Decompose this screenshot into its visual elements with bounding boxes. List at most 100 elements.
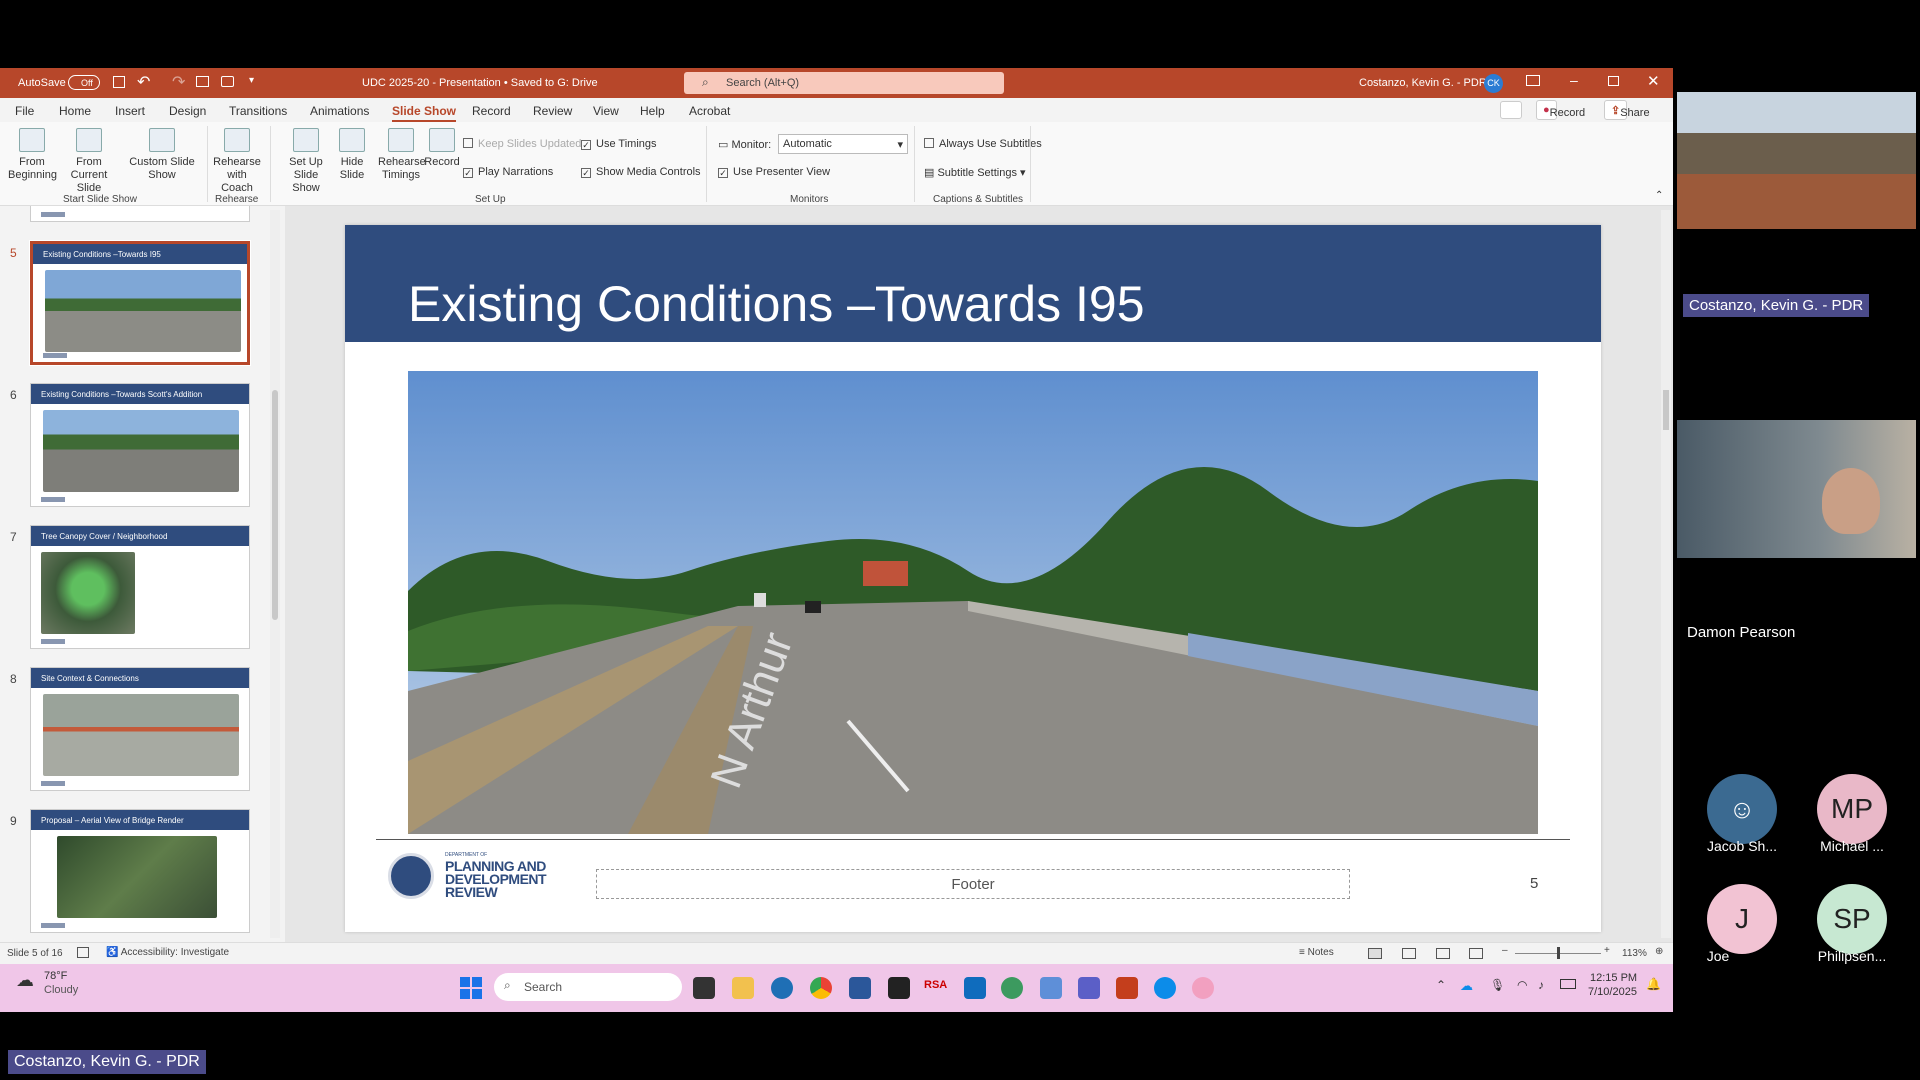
- rsa-icon[interactable]: RSA: [924, 979, 947, 991]
- share-button[interactable]: ⇪ Share: [1604, 100, 1650, 120]
- reading-view-icon[interactable]: [1436, 948, 1450, 959]
- zoom-slider-thumb[interactable]: [1557, 947, 1560, 959]
- tab-help[interactable]: Help: [640, 104, 665, 118]
- outlook-icon[interactable]: [964, 977, 986, 999]
- thumbnail-scrollbar[interactable]: [270, 210, 280, 938]
- redo-icon[interactable]: ↷: [172, 72, 185, 92]
- presenter-icon[interactable]: [1469, 948, 1483, 959]
- scrollbar-thumb[interactable]: [272, 390, 278, 620]
- save-icon[interactable]: [113, 76, 125, 88]
- spelling-icon[interactable]: [77, 947, 89, 958]
- participant-avatar-joe[interactable]: J: [1707, 884, 1777, 954]
- present-icon[interactable]: [196, 76, 209, 87]
- tab-transitions[interactable]: Transitions: [229, 104, 287, 118]
- tab-insert[interactable]: Insert: [115, 104, 145, 118]
- thumbnail-slide-5[interactable]: Existing Conditions –Towards I95: [29, 240, 251, 366]
- show-media-checkbox[interactable]: ✓ Show Media Controls: [581, 166, 701, 178]
- snipping-tool-icon[interactable]: [1040, 977, 1062, 999]
- edge-icon[interactable]: [1154, 977, 1176, 999]
- thumbnail-slide-8[interactable]: Site Context & Connections: [30, 667, 250, 791]
- slide-footer[interactable]: Footer: [596, 869, 1350, 899]
- tab-record[interactable]: Record: [472, 104, 511, 118]
- from-current-button[interactable]: From Current Slide: [59, 128, 119, 195]
- app-icon[interactable]: [771, 977, 793, 999]
- rehearse-coach-button[interactable]: Rehearse with Coach: [211, 128, 263, 195]
- accessibility-status[interactable]: ♿ Accessibility: Investigate: [106, 947, 229, 958]
- chrome-icon[interactable]: [810, 977, 832, 999]
- tab-home[interactable]: Home: [59, 104, 91, 118]
- speaker-icon[interactable]: ♪: [1538, 978, 1544, 992]
- record-button[interactable]: ● Record: [1536, 100, 1585, 120]
- play-narrations-checkbox[interactable]: ✓ Play Narrations: [463, 166, 553, 178]
- scrollbar-thumb[interactable]: [1663, 390, 1669, 430]
- participant-video-room[interactable]: [1677, 92, 1916, 229]
- zoom-in-icon[interactable]: +: [1604, 945, 1610, 956]
- participant-avatar-philipsen[interactable]: SP: [1817, 884, 1887, 954]
- onedrive-icon[interactable]: ☁: [1460, 978, 1473, 994]
- microphone-muted-icon[interactable]: 🎙: [1490, 978, 1505, 992]
- restore-icon[interactable]: [1608, 76, 1619, 86]
- search-input[interactable]: ⌕ Search (Alt+Q): [684, 72, 1004, 94]
- user-name[interactable]: Costanzo, Kevin G. - PDR: [1359, 77, 1487, 89]
- clock-time[interactable]: 12:15 PM: [1590, 972, 1637, 984]
- tab-slide-show[interactable]: Slide Show: [392, 104, 457, 123]
- tab-acrobat[interactable]: Acrobat: [689, 104, 730, 118]
- collapse-ribbon-icon[interactable]: ⌃: [1655, 190, 1663, 201]
- clock-date[interactable]: 7/10/2025: [1588, 986, 1637, 998]
- app-icon[interactable]: [1192, 977, 1214, 999]
- user-avatar[interactable]: CK: [1484, 74, 1503, 93]
- file-explorer-icon[interactable]: [732, 977, 754, 999]
- comments-icon[interactable]: [1500, 101, 1522, 119]
- acrobat-icon[interactable]: [888, 977, 910, 999]
- taskbar-search[interactable]: ⌕ Search: [494, 973, 682, 1001]
- rehearse-timings-button[interactable]: Rehearse Timings: [378, 128, 426, 182]
- subtitle-settings-button[interactable]: ▤ Subtitle Settings ▾: [924, 166, 1026, 179]
- chevron-up-icon[interactable]: ⌃: [1436, 978, 1446, 992]
- wifi-icon[interactable]: ◠: [1517, 978, 1527, 992]
- globe-app-icon[interactable]: [1001, 977, 1023, 999]
- undo-icon[interactable]: ↶: [137, 72, 150, 92]
- hide-slide-button[interactable]: Hide Slide: [337, 128, 367, 182]
- document-title[interactable]: UDC 2025-20 - Presentation • Saved to G:…: [362, 77, 598, 89]
- tab-file[interactable]: File: [15, 104, 34, 118]
- slide-sorter-icon[interactable]: [1402, 948, 1416, 959]
- current-slide[interactable]: Existing Conditions –Towards I95 N Arthu…: [345, 225, 1601, 932]
- tab-design[interactable]: Design: [169, 104, 206, 118]
- teams-icon[interactable]: [1078, 977, 1100, 999]
- weather-temp[interactable]: 78°F: [44, 970, 67, 982]
- always-subtitles-checkbox[interactable]: Always Use Subtitles: [924, 138, 1042, 150]
- setup-show-button[interactable]: Set Up Slide Show: [279, 128, 333, 195]
- tab-view[interactable]: View: [593, 104, 619, 118]
- zoom-level[interactable]: 113%: [1622, 948, 1647, 959]
- powerpoint-icon[interactable]: [1116, 977, 1138, 999]
- slide-title[interactable]: Existing Conditions –Towards I95: [408, 275, 1145, 333]
- use-timings-checkbox[interactable]: ✓ Use Timings: [581, 138, 657, 150]
- thumbnail-slide-4[interactable]: [30, 206, 250, 222]
- zoom-out-icon[interactable]: –: [1502, 945, 1508, 956]
- windows-start-icon[interactable]: [460, 977, 482, 999]
- customize-toolbar-icon[interactable]: ▾: [249, 75, 254, 86]
- notes-button[interactable]: ≡ Notes: [1299, 947, 1334, 958]
- participant-avatar-jacob[interactable]: ☺: [1707, 774, 1777, 844]
- slide-scrollbar[interactable]: [1661, 210, 1671, 938]
- battery-icon[interactable]: [1560, 979, 1576, 989]
- thumbnail-slide-7[interactable]: Tree Canopy Cover / Neighborhood: [30, 525, 250, 649]
- task-view-icon[interactable]: [693, 977, 715, 999]
- custom-show-button[interactable]: Custom Slide Show: [128, 128, 196, 182]
- participant-video-damon[interactable]: [1677, 420, 1916, 558]
- minimize-icon[interactable]: –: [1570, 72, 1578, 88]
- normal-view-icon[interactable]: [1368, 948, 1382, 959]
- participant-avatar-michael[interactable]: MP: [1817, 774, 1887, 844]
- autosave-toggle[interactable]: Off: [68, 75, 100, 90]
- tab-review[interactable]: Review: [533, 104, 572, 118]
- record-ribbon-button[interactable]: Record: [424, 128, 460, 169]
- tab-animations[interactable]: Animations: [310, 104, 369, 118]
- ribbon-display-icon[interactable]: [1526, 75, 1540, 86]
- keep-updated-checkbox[interactable]: Keep Slides Updated: [463, 138, 581, 150]
- open-icon[interactable]: [221, 76, 234, 87]
- from-beginning-button[interactable]: From Beginning: [8, 128, 57, 182]
- notifications-icon[interactable]: 🔔: [1646, 977, 1661, 991]
- close-icon[interactable]: ✕: [1647, 72, 1660, 90]
- presenter-view-checkbox[interactable]: ✓ Use Presenter View: [718, 166, 830, 178]
- thumbnail-slide-9[interactable]: Proposal – Aerial View of Bridge Render: [30, 809, 250, 933]
